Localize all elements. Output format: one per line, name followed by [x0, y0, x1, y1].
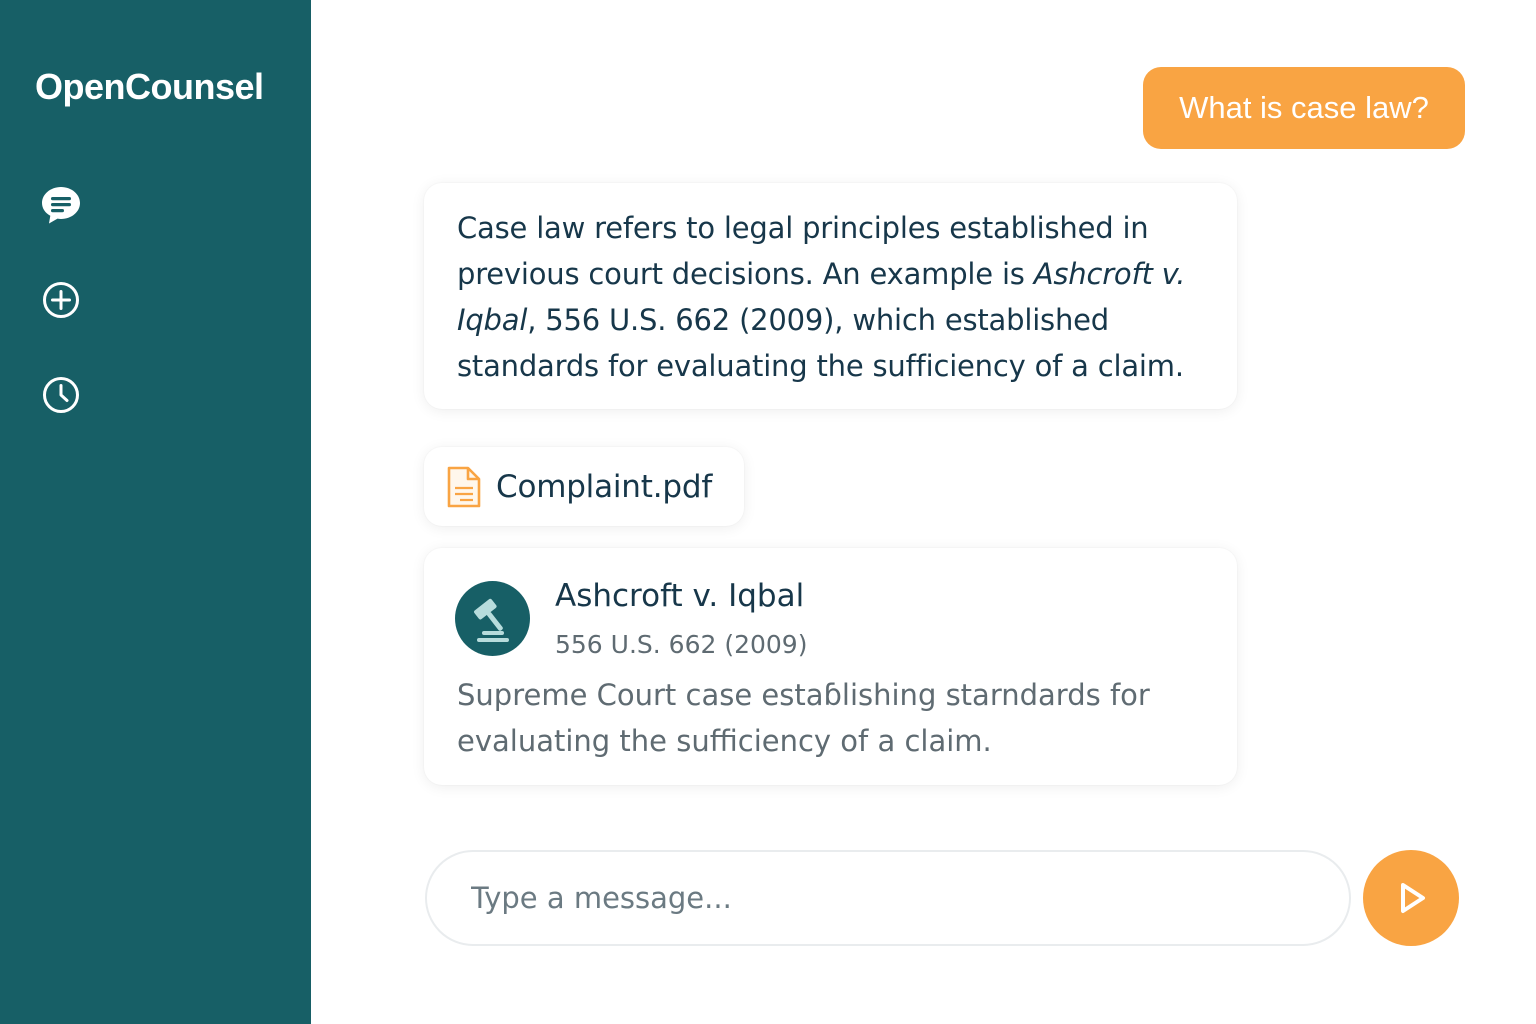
chat-area: What is case law? Case law refers to leg…: [311, 0, 1536, 1024]
user-message: What is case law?: [1143, 67, 1465, 149]
send-icon: [1401, 883, 1425, 913]
document-icon: [447, 466, 481, 507]
attachment-chip[interactable]: Complaint.pdf: [424, 447, 744, 526]
chat-icon[interactable]: [40, 184, 82, 226]
case-title: Ashcroft v. Iqbal: [555, 578, 805, 614]
sidebar: OpenCounsel: [0, 0, 311, 1024]
case-reference-card[interactable]: Ashcroft v. Iqbal 556 U.S. 662 (2009) Su…: [424, 548, 1237, 785]
case-citation: 556 U.S. 662 (2009): [555, 630, 808, 659]
send-button[interactable]: [1363, 850, 1459, 946]
clock-icon[interactable]: [40, 374, 82, 416]
gavel-icon: [455, 581, 530, 656]
attachment-file-name: Complaint.pdf: [496, 468, 713, 505]
message-input[interactable]: [425, 850, 1351, 946]
plus-circle-icon[interactable]: [40, 279, 82, 321]
case-description: Supreme Court case estaɓlishing starndar…: [457, 678, 1150, 758]
assistant-message-text: Case law refers to legal principles esta…: [457, 205, 1205, 389]
app-title: OpenCounsel: [35, 66, 264, 107]
answer-text-part2: , 556 U.S. 662 (2009), which established…: [457, 303, 1184, 383]
assistant-message: Case law refers to legal principles esta…: [424, 183, 1237, 409]
